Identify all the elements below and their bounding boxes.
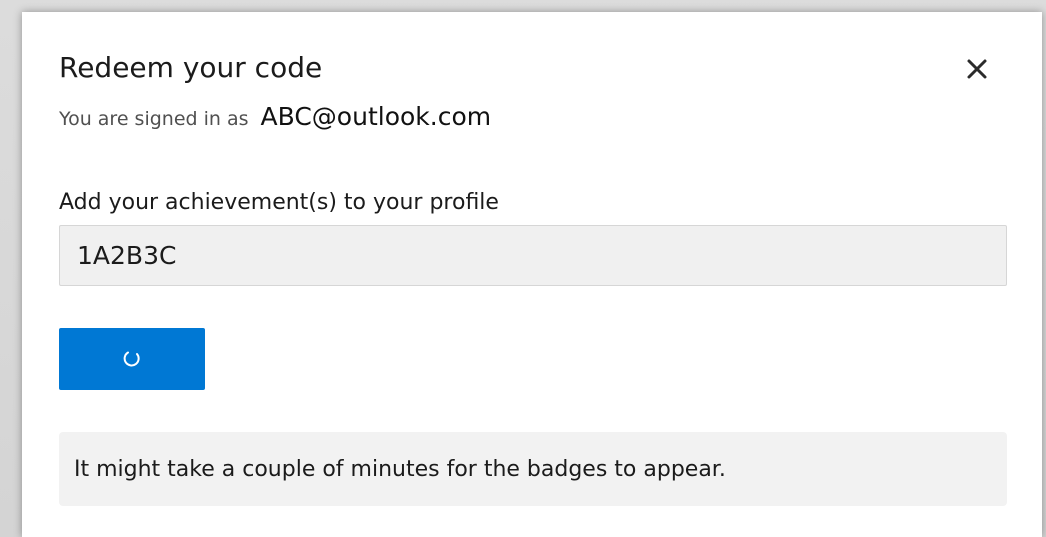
loading-spinner-icon <box>123 351 140 367</box>
close-button[interactable] <box>962 54 992 84</box>
info-notice: It might take a couple of minutes for th… <box>59 432 1007 506</box>
code-input[interactable] <box>59 225 1007 286</box>
dialog-title: Redeem your code <box>59 51 323 84</box>
window-background: Redeem your code You are signed in as AB… <box>0 0 1046 537</box>
signed-in-prefix: You are signed in as <box>59 108 249 130</box>
code-field-label: Add your achievement(s) to your profile <box>59 190 499 215</box>
signed-in-email: ABC@outlook.com <box>260 102 492 131</box>
notice-text: It might take a couple of minutes for th… <box>74 456 726 482</box>
redeem-submit-button[interactable] <box>59 328 205 390</box>
close-icon <box>967 59 987 79</box>
signed-in-info: You are signed in as ABC@outlook.com <box>59 102 491 131</box>
redeem-code-dialog: Redeem your code You are signed in as AB… <box>22 12 1042 537</box>
